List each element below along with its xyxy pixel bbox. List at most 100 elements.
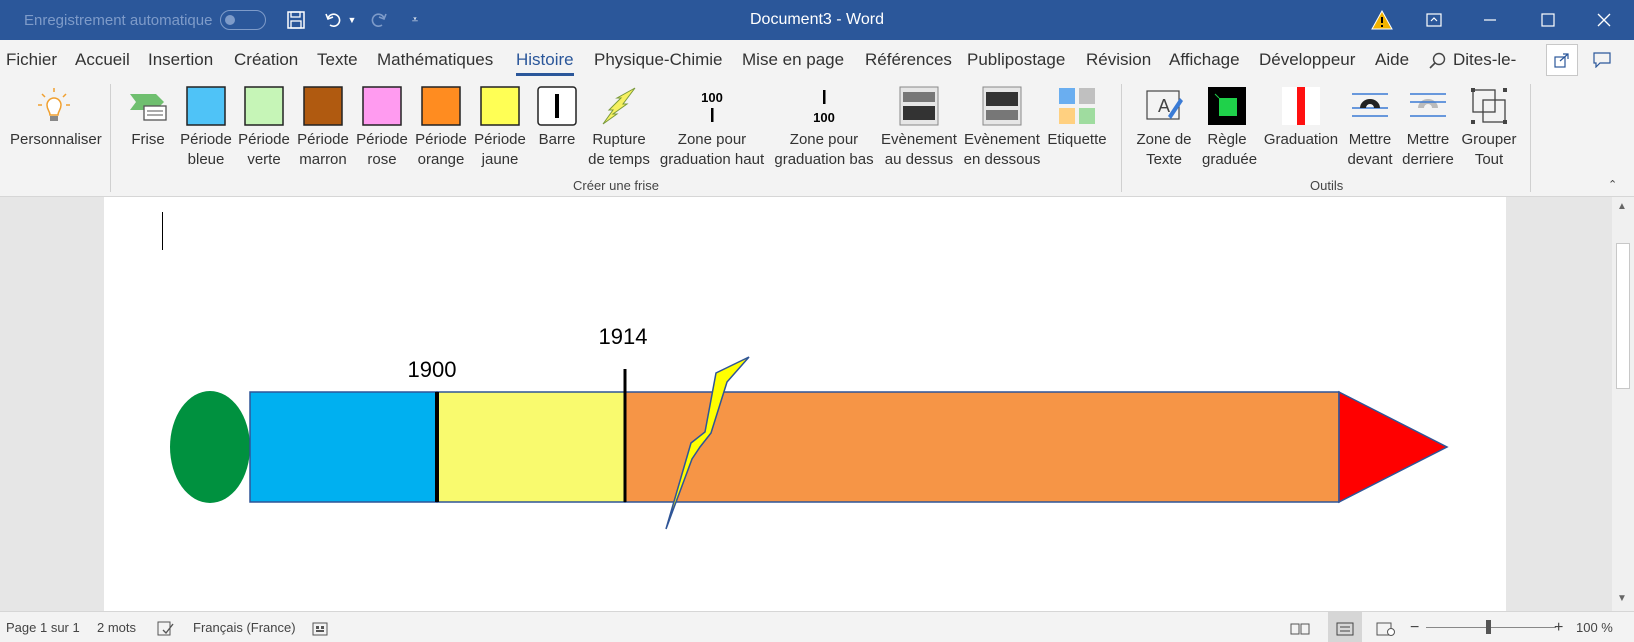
rupture-label-2: de temps [588, 151, 650, 168]
grouper-tout-label-2: Tout [1474, 151, 1504, 168]
tab-mise-en-page[interactable]: Mise en page [742, 40, 844, 80]
timeline-drawing[interactable]: 1900 1914 [0, 197, 1610, 611]
print-layout-icon[interactable] [1328, 612, 1362, 642]
ruler-icon [1207, 86, 1247, 126]
grouper-tout-button[interactable]: Grouper Tout [1460, 86, 1518, 170]
zone-de-texte-label-1: Zone de [1136, 131, 1192, 148]
autosave-control[interactable]: Enregistrement automatique [24, 0, 267, 40]
send-backward-icon [1408, 86, 1448, 126]
comments-button[interactable] [1586, 44, 1618, 76]
scroll-up-icon[interactable]: ▲ [1617, 201, 1627, 212]
pink-square-icon [362, 86, 402, 126]
timeline-segment-yellow[interactable] [436, 391, 626, 503]
customize-qat-icon[interactable]: ⩡ [408, 8, 422, 32]
word-count[interactable]: 2 mots [97, 612, 136, 642]
green-square-icon [244, 86, 284, 126]
timeline-segment-orange[interactable] [624, 391, 1340, 503]
group-separator [1121, 84, 1122, 192]
redo-icon[interactable] [366, 8, 390, 32]
zone-haut-label-1: Zone pour [677, 131, 747, 148]
timeline-tip[interactable] [1338, 390, 1449, 504]
zoom-out-icon[interactable]: − [1410, 612, 1419, 642]
graduation-bottom-icon-text: 100 [813, 110, 835, 125]
tab-accueil[interactable]: Accueil [75, 40, 130, 80]
undo-dropdown-icon[interactable]: ▼ [346, 8, 358, 32]
frise-button[interactable]: Frise [126, 86, 170, 150]
rupture-de-temps-button[interactable]: Rupture de temps [584, 86, 654, 170]
lightning-icon [599, 86, 639, 126]
maximize-icon[interactable] [1518, 0, 1578, 40]
frise-label: Frise [131, 131, 165, 148]
zoom-in-icon[interactable]: + [1554, 612, 1563, 642]
save-icon[interactable] [284, 8, 308, 32]
blue-square-icon [186, 86, 226, 126]
tab-mathematiques[interactable]: Mathématiques [377, 40, 493, 80]
zone-haut-label-2: graduation haut [659, 151, 765, 168]
periode-rose-button[interactable]: Période rose [354, 86, 410, 170]
scroll-down-icon[interactable]: ▼ [1617, 593, 1627, 604]
orange-square-icon [421, 86, 461, 126]
zone-graduation-haut-button[interactable]: 100 Zone pour graduation haut [656, 86, 768, 170]
warning-icon[interactable] [1352, 0, 1412, 40]
zoom-slider-handle[interactable] [1486, 620, 1491, 634]
zoom-slider[interactable] [1426, 612, 1556, 642]
autosave-toggle[interactable] [220, 10, 267, 30]
mettre-devant-button[interactable]: Mettre devant [1344, 86, 1396, 170]
read-mode-icon[interactable] [1290, 612, 1310, 642]
scrollbar-thumb[interactable] [1616, 243, 1630, 389]
periode-orange-button[interactable]: Période orange [412, 86, 470, 170]
tab-publipostage[interactable]: Publipostage [967, 40, 1065, 80]
tab-developpeur[interactable]: Développeur [1259, 40, 1355, 80]
zoom-level[interactable]: 100 % [1576, 612, 1613, 642]
evenement-au-dessus-button[interactable]: Evènement au dessus [880, 86, 958, 170]
periode-jaune-button[interactable]: Période jaune [472, 86, 528, 170]
tab-physique-chimie[interactable]: Physique-Chimie [594, 40, 723, 80]
periode-marron-button[interactable]: Période marron [294, 86, 352, 170]
event-below-label-2: en dessous [963, 151, 1041, 168]
comment-icon [1593, 52, 1611, 68]
tab-aide[interactable]: Aide [1375, 40, 1409, 80]
personnaliser-button[interactable]: Personnaliser [10, 86, 102, 150]
zone-de-texte-button[interactable]: A Zone de Texte [1130, 86, 1198, 170]
periode-marron-label-1: Période [297, 131, 349, 148]
vertical-scrollbar[interactable]: ▲ ▼ [1612, 197, 1634, 611]
collapse-ribbon-icon[interactable]: ⌃ [1608, 178, 1617, 191]
title-bar: Enregistrement automatique ▼ ⩡ Document3… [0, 0, 1634, 40]
barre-button[interactable]: Barre [536, 86, 578, 150]
regle-graduee-button[interactable]: Règle graduée [1202, 86, 1257, 170]
tab-histoire[interactable]: Histoire [516, 40, 574, 80]
undo-icon[interactable] [322, 8, 346, 32]
timeline-segment-blue[interactable] [249, 391, 438, 503]
evenement-en-dessous-button[interactable]: Evènement en dessous [962, 86, 1042, 170]
tab-affichage[interactable]: Affichage [1169, 40, 1240, 80]
share-button[interactable] [1546, 44, 1578, 76]
tab-references[interactable]: Références [865, 40, 952, 80]
event-above-icon [899, 86, 939, 126]
proofing-icon[interactable] [157, 612, 175, 642]
macro-recording-icon[interactable] [312, 612, 328, 642]
web-layout-icon[interactable] [1376, 612, 1396, 642]
minimize-icon[interactable] [1460, 0, 1520, 40]
event-above-label-1: Evènement [881, 131, 957, 148]
mettre-derriere-button[interactable]: Mettre derriere [1400, 86, 1456, 170]
tab-revision[interactable]: Révision [1086, 40, 1151, 80]
etiquette-label: Etiquette [1047, 131, 1107, 148]
periode-verte-button[interactable]: Période verte [236, 86, 292, 170]
tell-me-search[interactable]: Dites-le- [1429, 40, 1516, 80]
tab-fichier[interactable]: Fichier [6, 40, 57, 80]
page-count[interactable]: Page 1 sur 1 [6, 612, 80, 642]
svg-text:A: A [1158, 96, 1170, 116]
close-icon[interactable] [1574, 0, 1634, 40]
timeline-eraser[interactable] [170, 391, 250, 503]
graduation-button[interactable]: Graduation [1262, 86, 1340, 150]
event-below-label-1: Evènement [964, 131, 1040, 148]
tab-texte[interactable]: Texte [317, 40, 358, 80]
zone-graduation-bas-button[interactable]: 100 Zone pour graduation bas [772, 86, 876, 170]
event-below-icon [982, 86, 1022, 126]
etiquette-button[interactable]: Etiquette [1044, 86, 1110, 150]
periode-bleue-button[interactable]: Période bleue [178, 86, 234, 170]
language-indicator[interactable]: Français (France) [193, 612, 296, 642]
tab-creation[interactable]: Création [234, 40, 298, 80]
ribbon-display-options-icon[interactable] [1404, 0, 1464, 40]
tab-insertion[interactable]: Insertion [148, 40, 213, 80]
